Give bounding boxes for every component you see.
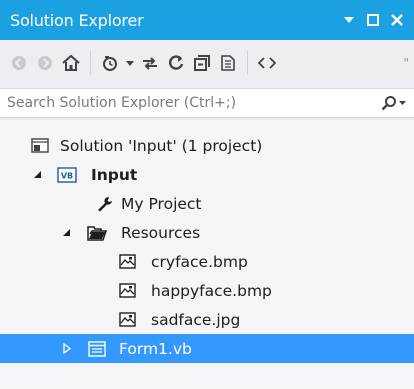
image-file-icon: [117, 252, 137, 272]
tree-item-file[interactable]: sadface.jpg: [0, 305, 414, 334]
search-box: [0, 88, 414, 118]
collapse-arrow-icon[interactable]: [31, 169, 43, 181]
my-project-label: My Project: [121, 194, 202, 213]
window-title: Solution Explorer: [10, 10, 144, 30]
history-dropdown-icon[interactable]: [123, 48, 137, 78]
toolbar: '': [0, 40, 414, 86]
solution-label: Solution 'Input' (1 project): [60, 136, 263, 155]
show-all-files-icon[interactable]: [215, 48, 241, 78]
history-icon[interactable]: [97, 48, 123, 78]
tree-item-solution[interactable]: Solution 'Input' (1 project): [0, 131, 414, 160]
vb-project-icon: VB: [57, 165, 77, 185]
search-button[interactable]: [381, 95, 406, 111]
dropdown-arrow-icon[interactable]: [340, 10, 358, 30]
search-options-icon: [399, 101, 406, 105]
maximize-icon[interactable]: [364, 10, 382, 30]
refresh-icon[interactable]: [163, 48, 189, 78]
file-label: sadface.jpg: [151, 310, 241, 329]
solution-tree: Solution 'Input' (1 project) VB Input My…: [0, 120, 414, 389]
search-icon: [381, 96, 396, 111]
wrench-icon: [95, 194, 115, 214]
form-file-icon: [87, 339, 107, 359]
tree-item-my-project[interactable]: My Project: [0, 189, 414, 218]
resources-label: Resources: [121, 223, 201, 242]
toolbar-separator: [247, 51, 248, 75]
image-file-icon: [117, 281, 137, 301]
home-icon[interactable]: [58, 48, 84, 78]
tree-item-file[interactable]: happyface.bmp: [0, 276, 414, 305]
close-icon[interactable]: [388, 10, 406, 30]
toolbar-overflow-grip[interactable]: '': [403, 56, 409, 70]
view-code-icon[interactable]: [254, 48, 280, 78]
file-label: cryface.bmp: [151, 252, 248, 271]
forward-icon[interactable]: [32, 48, 58, 78]
file-label: happyface.bmp: [151, 281, 272, 300]
expand-arrow-icon[interactable]: [61, 343, 73, 355]
collapse-all-icon[interactable]: [189, 48, 215, 78]
toolbar-separator: [90, 51, 91, 75]
image-file-icon: [117, 310, 137, 330]
svg-text:VB: VB: [61, 171, 73, 180]
form-label: Form1.vb: [119, 339, 192, 358]
tree-item-resources[interactable]: Resources: [0, 218, 414, 247]
collapse-arrow-icon[interactable]: [60, 227, 72, 239]
back-icon[interactable]: [6, 48, 32, 78]
tree-item-project[interactable]: VB Input: [0, 160, 414, 189]
solution-icon: [30, 136, 50, 156]
sync-icon[interactable]: [137, 48, 163, 78]
title-controls: [340, 10, 406, 30]
tree-item-file[interactable]: cryface.bmp: [0, 247, 414, 276]
project-label: Input: [91, 165, 138, 184]
title-bar: Solution Explorer: [0, 0, 414, 40]
folder-icon: [87, 223, 107, 243]
tree-item-form[interactable]: Form1.vb: [0, 334, 414, 363]
search-input[interactable]: [0, 94, 381, 112]
